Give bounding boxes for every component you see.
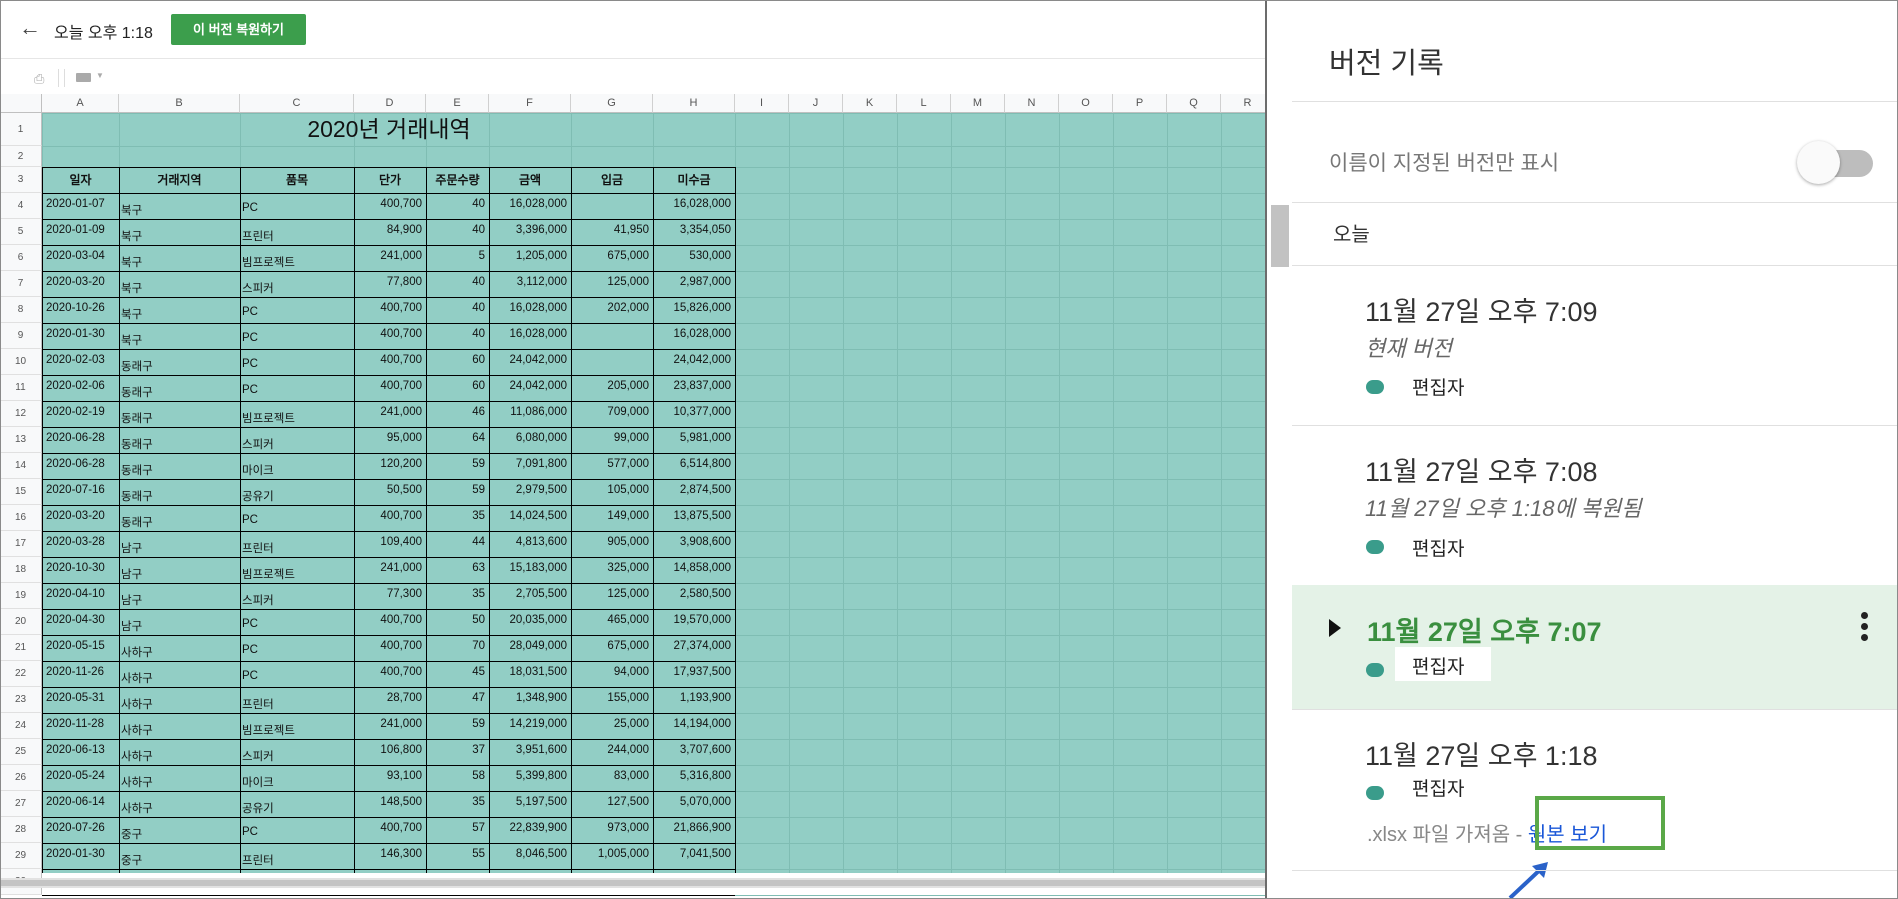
screenshot-frame: [0, 0, 1898, 899]
